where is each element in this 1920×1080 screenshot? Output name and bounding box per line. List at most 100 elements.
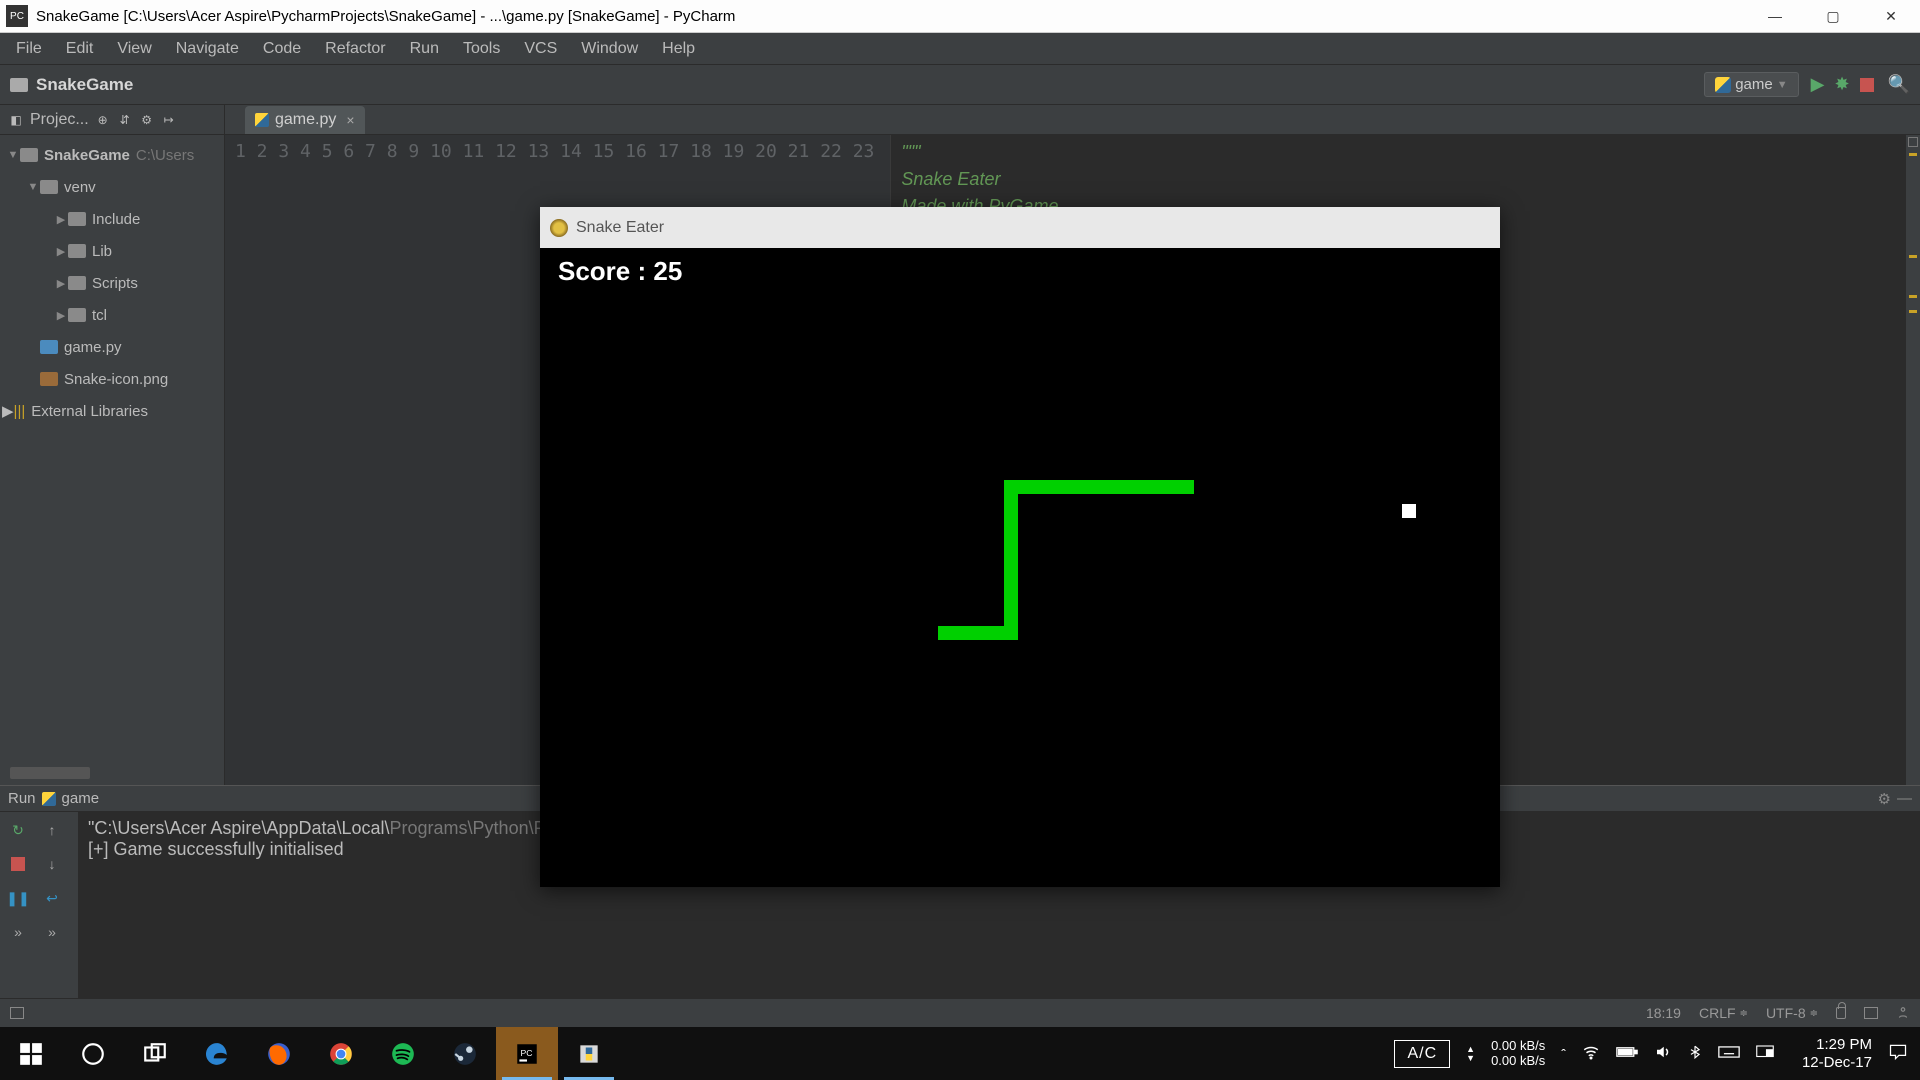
down-stack-icon[interactable]: ↓	[42, 854, 62, 874]
line-separator[interactable]: CRLF≑	[1699, 1005, 1748, 1021]
menu-refactor[interactable]: Refactor	[313, 36, 397, 62]
close-button[interactable]: ✕	[1862, 0, 1920, 33]
file-encoding[interactable]: UTF-8≑	[1766, 1005, 1818, 1021]
taskbar-spotify[interactable]	[372, 1027, 434, 1080]
project-icon[interactable]	[1756, 1045, 1774, 1062]
stop-button[interactable]	[8, 854, 28, 874]
game-canvas[interactable]: Score : 25	[540, 248, 1500, 887]
autoscroll-to-source-icon[interactable]: ⊕	[95, 112, 111, 128]
taskbar-edge[interactable]	[186, 1027, 248, 1080]
task-view-button[interactable]	[124, 1027, 186, 1080]
expand-arrow-icon[interactable]: ▶	[54, 213, 68, 226]
expand-arrow-icon[interactable]: ▼	[26, 181, 40, 193]
memory-indicator-icon[interactable]	[1896, 1006, 1910, 1020]
expand-icon[interactable]: »	[8, 922, 28, 942]
warning-mark[interactable]	[1909, 295, 1917, 298]
menu-help[interactable]: Help	[650, 36, 707, 62]
tree-include[interactable]: ▶Include	[0, 203, 224, 235]
menu-edit[interactable]: Edit	[54, 36, 106, 62]
cortana-button[interactable]	[62, 1027, 124, 1080]
menu-code[interactable]: Code	[251, 36, 313, 62]
tree-snakeicon[interactable]: Snake-icon.png	[0, 363, 224, 395]
project-tree[interactable]: ▼ SnakeGame C:\Users ▼ venv ▶Include ▶Li…	[0, 135, 224, 767]
close-tab-icon[interactable]: ×	[346, 112, 354, 128]
volume-icon[interactable]	[1654, 1043, 1672, 1064]
tool-window-quick-access-icon[interactable]	[10, 1007, 24, 1019]
up-stack-icon[interactable]: ↑	[42, 820, 62, 840]
taskbar-clock[interactable]: 1:29 PM 12-Dec-17	[1802, 1036, 1872, 1072]
inspection-profile-icon[interactable]	[1864, 1007, 1878, 1019]
horizontal-scrollbar[interactable]	[10, 767, 90, 779]
settings-gear-icon[interactable]: ⚙	[139, 112, 155, 128]
settings-gear-icon[interactable]: ⚙	[1878, 790, 1891, 808]
snake-segment	[1004, 480, 1018, 640]
rerun-button[interactable]: ↻	[8, 820, 28, 840]
menu-vcs[interactable]: VCS	[512, 36, 569, 62]
debug-button[interactable]: ✸	[1834, 74, 1849, 95]
error-stripe[interactable]	[1906, 135, 1920, 785]
tree-lib[interactable]: ▶Lib	[0, 235, 224, 267]
menu-window[interactable]: Window	[569, 36, 650, 62]
run-config-name: game	[1735, 76, 1773, 93]
expand-arrow-icon[interactable]: ▶	[54, 245, 68, 258]
action-center-icon[interactable]	[1888, 1043, 1908, 1064]
tree-gamepy[interactable]: game.py	[0, 331, 224, 363]
ac-indicator[interactable]: A/C	[1394, 1040, 1450, 1068]
minimize-button[interactable]: —	[1746, 0, 1804, 33]
hide-icon[interactable]: —	[1897, 790, 1912, 807]
expand-arrow-icon[interactable]: ▶	[54, 277, 68, 290]
caret-position[interactable]: 18:19	[1646, 1005, 1681, 1021]
taskbar-firefox[interactable]	[248, 1027, 310, 1080]
run-button[interactable]: ▶	[1811, 74, 1825, 95]
menu-run[interactable]: Run	[398, 36, 451, 62]
ide-status-bar: 18:19 CRLF≑ UTF-8≑	[0, 998, 1920, 1027]
read-only-lock-icon[interactable]	[1836, 1007, 1846, 1019]
start-button[interactable]	[0, 1027, 62, 1080]
editor-tab-gamepy[interactable]: game.py ×	[245, 106, 365, 134]
project-view-icon[interactable]: ◧	[8, 112, 24, 128]
expand-arrow-icon[interactable]: ▼	[6, 149, 20, 161]
warning-mark[interactable]	[1909, 310, 1917, 313]
run-configuration-selector[interactable]: game ▼	[1704, 72, 1798, 97]
expand-arrow-icon[interactable]: ▶	[2, 402, 14, 420]
breadcrumb[interactable]: SnakeGame	[10, 75, 133, 95]
inspection-indicator-icon[interactable]	[1908, 137, 1918, 147]
taskbar-chrome[interactable]	[310, 1027, 372, 1080]
tree-tcl[interactable]: ▶tcl	[0, 299, 224, 331]
bluetooth-icon[interactable]	[1688, 1043, 1702, 1064]
maximize-button[interactable]: ▢	[1804, 0, 1862, 33]
menu-tools[interactable]: Tools	[451, 36, 512, 62]
taskbar-steam[interactable]	[434, 1027, 496, 1080]
menu-navigate[interactable]: Navigate	[164, 36, 251, 62]
tree-venv[interactable]: ▼ venv	[0, 171, 224, 203]
run-config-name: game	[62, 790, 100, 807]
hide-icon[interactable]: ↦	[161, 112, 177, 128]
pygame-titlebar[interactable]: Snake Eater	[540, 207, 1500, 248]
keyboard-icon[interactable]	[1718, 1045, 1740, 1062]
folder-icon	[68, 276, 86, 290]
folder-icon	[20, 148, 38, 162]
stop-button[interactable]	[1860, 78, 1874, 92]
menu-view[interactable]: View	[105, 36, 163, 62]
warning-mark[interactable]	[1909, 255, 1917, 258]
warning-mark[interactable]	[1909, 153, 1917, 156]
tree-root[interactable]: ▼ SnakeGame C:\Users	[0, 139, 224, 171]
expand-arrow-icon[interactable]: ▶	[54, 309, 68, 322]
taskbar-pycharm[interactable]: PC	[496, 1027, 558, 1080]
taskbar-python[interactable]	[558, 1027, 620, 1080]
soft-wrap-icon[interactable]: ↩	[42, 888, 62, 908]
search-everywhere-icon[interactable]: 🔍	[1888, 74, 1910, 95]
menu-file[interactable]: File	[4, 36, 54, 62]
tray-expand-icon[interactable]: ˆ	[1561, 1046, 1566, 1062]
expand-icon[interactable]: »	[42, 922, 62, 942]
wifi-icon[interactable]	[1582, 1043, 1600, 1064]
tree-root-path: C:\Users	[136, 147, 194, 164]
pause-button[interactable]: ❚❚	[8, 888, 28, 908]
pygame-window[interactable]: Snake Eater Score : 25	[540, 207, 1500, 887]
battery-icon[interactable]	[1616, 1045, 1638, 1062]
project-tool-window: ◧ Projec... ⊕ ⇵ ⚙ ↦ ▼ SnakeGame C:\Users…	[0, 105, 225, 785]
tree-scripts[interactable]: ▶Scripts	[0, 267, 224, 299]
tree-external-libs[interactable]: ▶ ||| External Libraries	[0, 395, 224, 427]
network-speed[interactable]: 0.00 kB/s0.00 kB/s	[1491, 1039, 1545, 1068]
autoscroll-from-source-icon[interactable]: ⇵	[117, 112, 133, 128]
